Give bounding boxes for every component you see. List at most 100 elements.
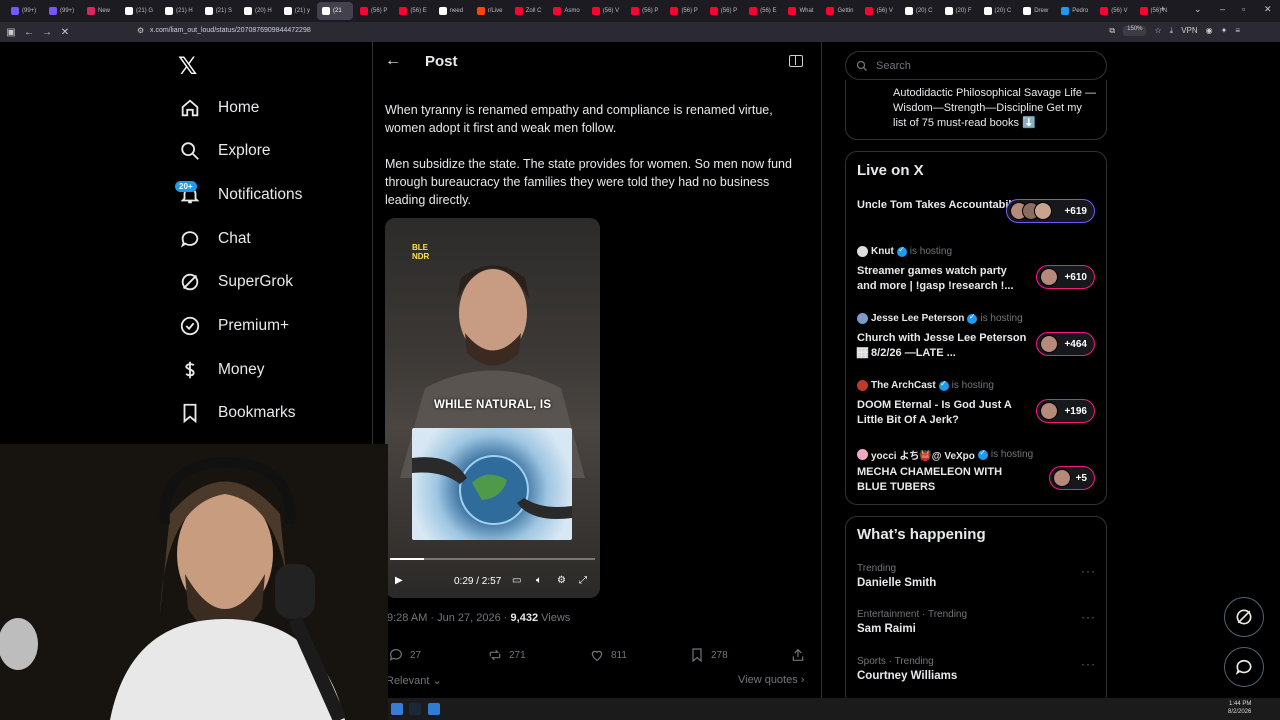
browser-tab[interactable]: (56) P [355,2,392,20]
volume-icon[interactable]: 🔈︎ [536,575,542,586]
live-listener-pill[interactable]: +464 [1036,332,1095,356]
browser-tab[interactable]: (21) S [200,2,237,20]
trend-name[interactable]: Sam Raimi [857,623,916,635]
vpn-badge[interactable]: VPN [1181,26,1197,36]
live-host[interactable]: yocci よち👹@ VeXpo is hosting [857,447,1033,462]
video-progress-bar[interactable] [390,558,595,560]
taskbar-clock[interactable]: 1:44 PM 8/2/2026 [1228,700,1251,716]
live-host[interactable]: Jesse Lee Peterson is hosting [857,312,1023,324]
nav-item-chat[interactable]: Chat [178,221,251,257]
promo-text[interactable]: Autodidactic Philosophical Savage Life —… [893,86,1098,131]
more-options-icon[interactable]: ··· [1081,657,1096,671]
trend-name[interactable]: Danielle Smith [857,577,936,589]
back-arrow-icon[interactable]: ← [385,52,401,70]
browser-tab[interactable]: (56) P [626,2,663,20]
stop-icon[interactable]: ✕ [58,27,72,38]
browser-tab[interactable]: (20) H [239,2,277,20]
browser-tab[interactable]: (99+) [6,2,42,20]
more-options-icon[interactable]: ··· [1081,610,1096,624]
menu-icon[interactable]: ≡ [1235,26,1240,36]
browser-tab[interactable]: New [82,2,118,20]
live-listener-pill[interactable]: +619 [1006,199,1095,223]
view-quotes-link[interactable]: View quotes › [738,674,804,686]
live-listener-pill[interactable]: +5 [1049,466,1095,490]
browser-tab[interactable]: need [434,2,470,20]
nav-item-supergrok[interactable]: SuperGrok [178,264,293,300]
messages-fab-button[interactable] [1224,647,1264,687]
close-window-icon[interactable]: ✕ [1264,4,1272,15]
download-icon[interactable]: ⤓ [1170,26,1174,36]
nav-item-explore[interactable]: Explore [178,133,271,169]
live-listener-pill[interactable]: +610 [1036,265,1095,289]
browser-tab[interactable]: (56) V [1095,2,1132,20]
settings-icon[interactable]: ⚙ [557,575,566,586]
post-timestamp[interactable]: 9:28 AM · Jun 27, 2026 · [387,612,511,624]
share-button[interactable] [790,647,806,663]
steam-icon[interactable] [409,703,421,715]
live-space-title[interactable]: Uncle Tom Takes Accountability [857,198,1027,213]
minimize-icon[interactable]: – [1220,4,1225,14]
sidebar-toggle-icon[interactable]: ▣ [4,27,18,38]
url-field[interactable]: x.com/liam_out_loud/status/2070876909844… [150,27,311,34]
new-tab-button[interactable]: + [1160,4,1165,14]
browser-tab[interactable]: (56) E [744,2,781,20]
captions-icon[interactable]: ▭ [512,575,521,586]
zoom-level[interactable]: 150% [1123,26,1147,36]
bookmark-button[interactable]: 278 [689,647,728,663]
screenshot-icon[interactable]: ⧉ [1109,26,1115,36]
nav-item-money[interactable]: Money [178,352,265,388]
search-box[interactable]: Search [845,51,1107,80]
browser-tab[interactable]: (56) V [860,2,897,20]
x-logo-icon[interactable]: 𝕏 [178,52,197,80]
like-button[interactable]: 811 [589,647,627,663]
browser-tab[interactable]: Asmo [548,2,584,20]
browser-tab[interactable]: (56) E [394,2,431,20]
fullscreen-icon[interactable]: ⤢ [579,575,587,586]
repost-button[interactable]: 271 [487,647,526,663]
browser-tab[interactable]: Zoll C [510,2,547,20]
browser-tab[interactable]: (20) C [979,2,1017,20]
reader-mode-icon[interactable] [789,55,803,67]
browser-tab[interactable]: (56) N [1135,2,1173,20]
live-host[interactable]: The ArchCast is hosting [857,379,994,391]
tab-list-icon[interactable]: ⌄ [1194,4,1202,15]
nav-item-premium[interactable]: Premium+ [178,308,289,344]
trend-name[interactable]: Courtney Williams [857,670,957,682]
browser-tab[interactable]: (99+) [44,2,80,20]
browser-tab[interactable]: (20) C [900,2,938,20]
browser-tab[interactable]: Pedro [1056,2,1093,20]
live-space-title[interactable]: Streamer games watch party and more | !g… [857,264,1027,294]
live-space-title[interactable]: DOOM Eternal - Is God Just A Little Bit … [857,398,1027,428]
browser-tab[interactable]: Gettin [821,2,858,20]
search-input[interactable]: Search [876,60,911,72]
more-options-icon[interactable]: ··· [1081,564,1096,578]
browser-tab[interactable]: What [783,2,819,20]
forward-icon[interactable]: → [40,27,54,38]
reply-button[interactable]: 27 [388,647,421,663]
bookmark-star-icon[interactable]: ☆ [1154,26,1161,36]
site-info-icon[interactable]: ⚙ [137,26,144,35]
browser-tab[interactable]: (20) F [940,2,977,20]
grok-fab-button[interactable] [1224,597,1264,637]
live-space-title[interactable]: MECHA CHAMELEON WITH BLUE TUBERS [857,465,1027,495]
browser-tab[interactable]: (56) V [587,2,624,20]
live-listener-pill[interactable]: +196 [1036,399,1095,423]
browser-tab[interactable]: r/Live [472,2,508,20]
account-icon[interactable]: ◉ [1206,26,1213,36]
maximize-icon[interactable]: ▫ [1242,4,1245,14]
reply-sort-dropdown[interactable]: Relevant ⌄ [386,674,442,687]
taskbar-app-icon[interactable] [391,703,403,715]
browser-tab[interactable]: Drew [1018,2,1054,20]
browser-tab[interactable]: (21) G [120,2,158,20]
back-icon[interactable]: ← [22,27,36,38]
play-icon[interactable]: ▶ [395,575,403,586]
nav-item-notifications[interactable]: Notifications [178,177,302,213]
browser-tab[interactable]: (21 [317,2,354,20]
extensions-icon[interactable]: ✦ [1221,26,1228,36]
taskbar-app-icon[interactable] [428,703,440,715]
browser-tab[interactable]: (56) P [665,2,702,20]
browser-tab[interactable]: (21) y [279,2,315,20]
browser-tab[interactable]: (56) P [705,2,742,20]
browser-tab[interactable]: (21) H [160,2,198,20]
nav-item-home[interactable]: Home [178,90,259,126]
